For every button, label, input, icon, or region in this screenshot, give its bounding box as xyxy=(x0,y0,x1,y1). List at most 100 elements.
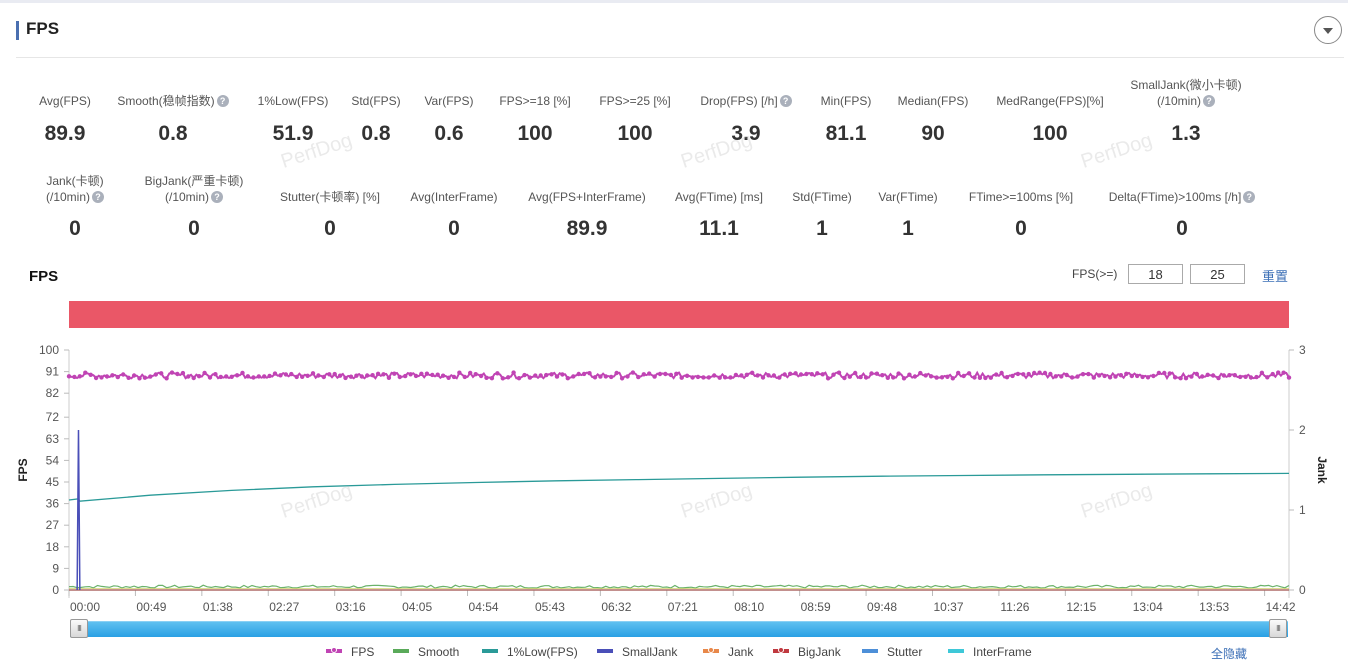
help-icon[interactable]: ? xyxy=(1203,95,1215,107)
metric-value: 0 xyxy=(1015,217,1027,240)
fps-point xyxy=(907,372,912,377)
help-icon[interactable]: ? xyxy=(211,191,223,203)
fps-point xyxy=(495,371,500,376)
fps-point xyxy=(272,371,278,376)
fps-threshold-1-input[interactable] xyxy=(1128,264,1183,284)
fps-point xyxy=(148,374,153,379)
metric-label-unit: (/10min) xyxy=(1156,94,1201,108)
fps-point xyxy=(636,374,641,380)
fps-point xyxy=(1156,370,1162,376)
fps-point xyxy=(869,371,874,376)
fps-point xyxy=(473,372,478,377)
x-tick-label: 01:38 xyxy=(203,600,233,614)
fps-point xyxy=(283,372,289,377)
fps-point xyxy=(245,374,251,379)
fps-point xyxy=(343,375,348,381)
fps-point xyxy=(522,372,527,378)
fps-point xyxy=(722,375,728,380)
legend-item[interactable]: InterFrame xyxy=(948,645,1032,659)
fps-point xyxy=(408,372,413,377)
y2-tick-label: 3 xyxy=(1299,343,1306,357)
fps-point xyxy=(690,375,695,380)
fps-point xyxy=(1004,375,1010,380)
fps-point xyxy=(1021,372,1026,377)
section-title: FPS xyxy=(26,19,60,38)
range-start-handle[interactable]: III xyxy=(70,619,88,638)
fps-point xyxy=(110,373,115,378)
fps-point xyxy=(771,373,777,378)
fps-point xyxy=(939,375,945,380)
fps-point xyxy=(744,372,749,377)
fps-point xyxy=(581,371,587,377)
legend-item[interactable]: 1%Low(FPS) xyxy=(482,645,578,659)
section-header: FPS xyxy=(16,14,1344,58)
x-tick-label: 13:04 xyxy=(1133,600,1163,614)
metric-label-text: MedRange(FPS)[%] xyxy=(996,94,1104,108)
fps-point xyxy=(1205,372,1210,377)
hide-all-button[interactable]: 全隐藏 xyxy=(1211,645,1247,662)
fps-point xyxy=(137,376,142,381)
y-tick-label: 36 xyxy=(46,497,60,511)
x-tick-label: 07:21 xyxy=(668,600,698,614)
metric-label: SmallJank(微小卡顿) (/10min)? xyxy=(1096,77,1276,109)
x-tick-label: 05:43 xyxy=(535,600,565,614)
fps-point xyxy=(1254,374,1259,380)
fps-point xyxy=(836,370,842,375)
reset-button[interactable]: 重置 xyxy=(1262,266,1288,285)
fps-point xyxy=(305,373,310,378)
fps-point xyxy=(446,375,451,380)
help-icon[interactable]: ? xyxy=(1243,191,1256,203)
fps-point xyxy=(77,374,83,379)
legend-item[interactable]: Jank xyxy=(703,645,753,659)
fps-point xyxy=(668,372,674,378)
legend-label: 1%Low(FPS) xyxy=(507,645,578,659)
fps-point xyxy=(576,371,581,377)
y-tick-label: 0 xyxy=(52,583,59,597)
fps-point xyxy=(858,374,863,380)
fps-point xyxy=(815,371,820,376)
y-tick-label: 45 xyxy=(46,475,60,489)
y-tick-label: 63 xyxy=(46,432,60,446)
help-icon[interactable]: ? xyxy=(92,191,104,203)
fps-point xyxy=(1026,371,1031,377)
fps-point xyxy=(1162,370,1167,376)
fps-point xyxy=(1091,375,1097,380)
legend-item[interactable]: BigJank xyxy=(773,645,841,659)
fps-point xyxy=(256,374,261,379)
collapse-toggle-button[interactable] xyxy=(1314,16,1342,44)
legend-item[interactable]: Stutter xyxy=(862,645,922,659)
fps-point xyxy=(462,374,467,380)
top-border xyxy=(0,0,1348,3)
fps-point xyxy=(896,371,901,376)
fps-point xyxy=(538,373,543,378)
fps-point xyxy=(1281,370,1286,375)
fps-point xyxy=(956,370,961,376)
fps-point xyxy=(782,372,787,377)
fps-point xyxy=(598,374,603,379)
fps-point xyxy=(706,375,711,380)
y-tick-label: 100 xyxy=(39,343,59,357)
fps-point xyxy=(641,372,646,377)
range-end-handle[interactable]: III xyxy=(1269,619,1287,638)
fps-point xyxy=(310,371,316,376)
fps-threshold-2-input[interactable] xyxy=(1190,264,1245,284)
fps-point xyxy=(549,372,554,377)
fps-point xyxy=(1243,374,1248,379)
fps-point xyxy=(511,370,516,375)
time-range-scrollbar[interactable] xyxy=(70,621,1288,637)
fps-point xyxy=(1069,375,1075,380)
fps-point xyxy=(804,371,809,377)
fps-point xyxy=(1221,373,1227,378)
fps-point xyxy=(679,375,684,380)
fps-point xyxy=(1276,370,1281,375)
fps-point xyxy=(1178,376,1183,381)
fps-point xyxy=(424,371,430,376)
legend-item[interactable]: FPS xyxy=(326,645,374,659)
legend-swatch-icon xyxy=(597,649,613,653)
fps-point xyxy=(321,374,326,380)
fps-point xyxy=(457,370,462,375)
legend-item[interactable]: SmallJank xyxy=(597,645,677,659)
legend-item[interactable]: Smooth xyxy=(393,645,459,659)
fps-point xyxy=(1102,373,1107,379)
fps-point xyxy=(663,371,668,377)
